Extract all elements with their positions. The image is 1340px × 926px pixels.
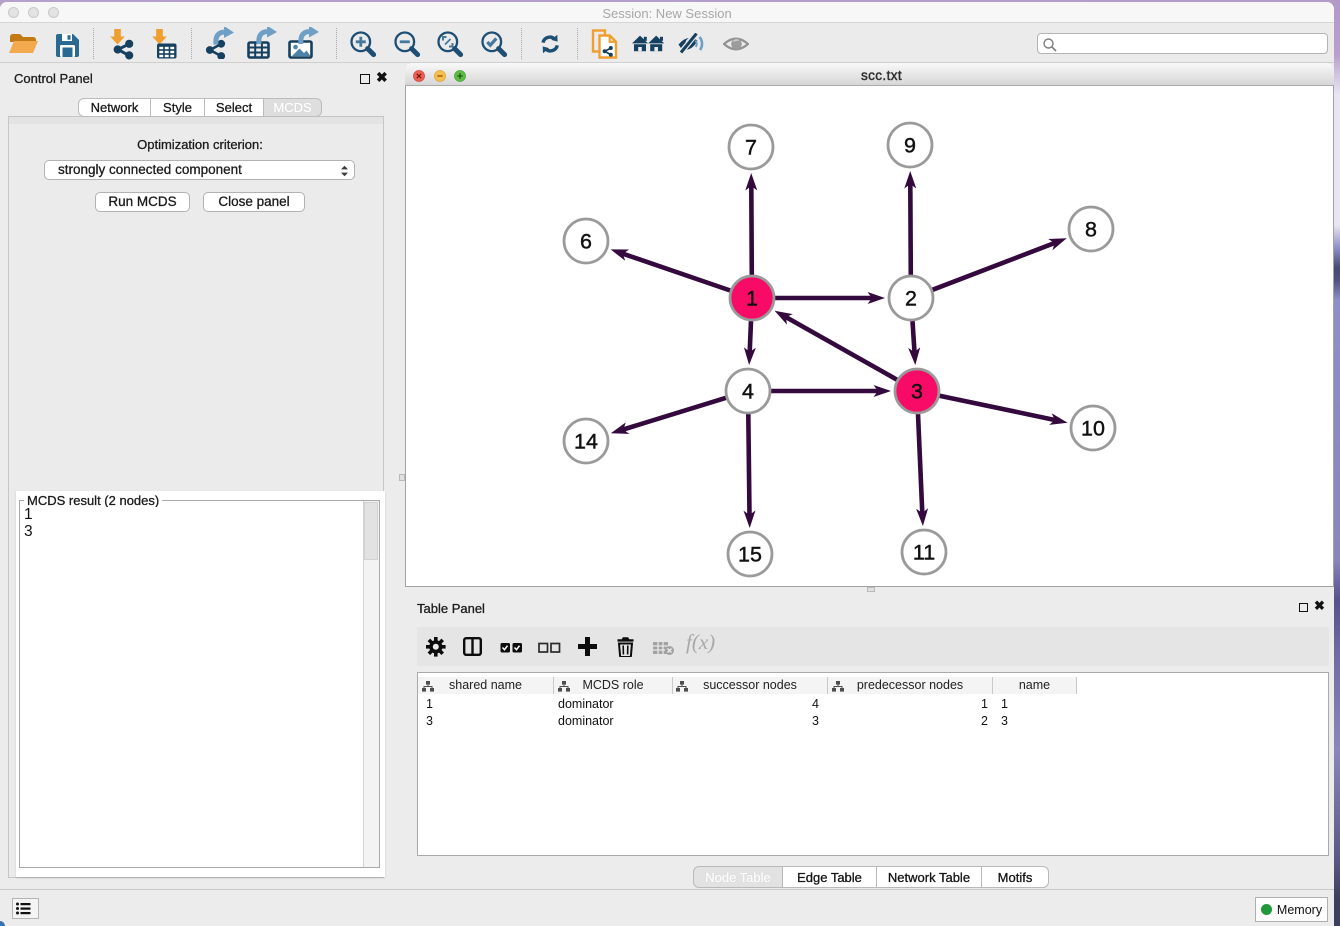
svg-text:3: 3	[911, 380, 923, 404]
svg-text:11: 11	[913, 541, 935, 565]
svg-text:10: 10	[1081, 417, 1105, 441]
svg-text:9: 9	[904, 134, 916, 158]
svg-text:6: 6	[580, 230, 592, 254]
svg-text:4: 4	[742, 380, 754, 404]
svg-text:15: 15	[738, 543, 762, 567]
svg-text:14: 14	[574, 430, 598, 454]
svg-text:2: 2	[905, 287, 917, 311]
svg-text:8: 8	[1085, 218, 1097, 242]
svg-text:7: 7	[745, 136, 757, 160]
svg-text:1: 1	[746, 287, 758, 311]
